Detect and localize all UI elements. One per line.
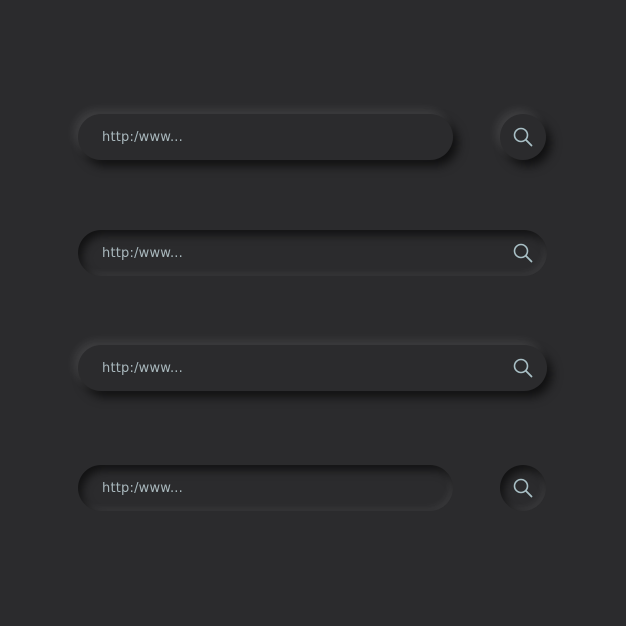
url-bar-1[interactable]: http:/www... [78,114,453,160]
url-bar-3[interactable]: http:/www... [78,345,547,391]
search-icon [513,127,533,147]
url-input-text-2[interactable]: http:/www... [102,246,183,261]
search-button-4[interactable] [500,465,546,511]
url-input-text-1[interactable]: http:/www... [102,130,183,145]
url-bar-4[interactable]: http:/www... [78,465,453,511]
search-icon[interactable] [511,356,535,380]
search-icon[interactable] [511,241,535,265]
url-input-text-3[interactable]: http:/www... [102,361,183,376]
search-icon [513,478,533,498]
url-bar-2[interactable]: http:/www... [78,230,547,276]
url-input-text-4[interactable]: http:/www... [102,481,183,496]
search-button-1[interactable] [500,114,546,160]
